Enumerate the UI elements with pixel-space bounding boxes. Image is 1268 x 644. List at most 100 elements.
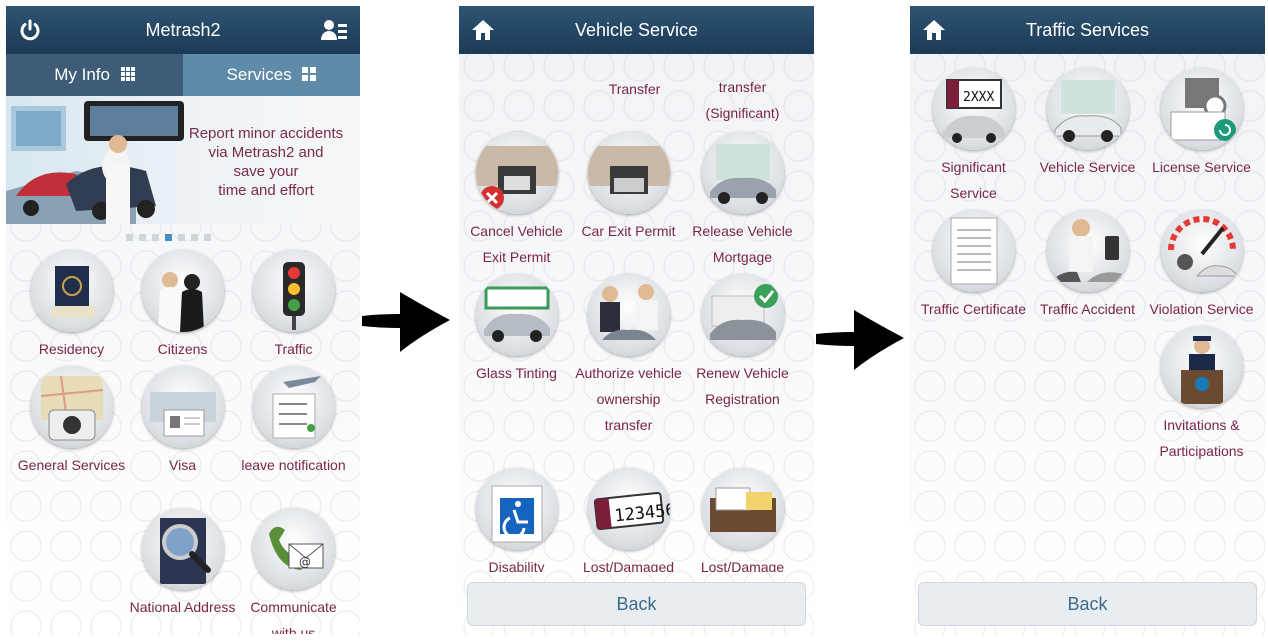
item-label: Violation Service: [1149, 301, 1254, 317]
carousel-dot[interactable]: [139, 234, 146, 241]
service-national-address[interactable]: National Address: [125, 508, 240, 620]
carousel-dot[interactable]: [191, 234, 198, 241]
car-checkmark-icon: [701, 274, 784, 356]
back-button[interactable]: Back: [918, 582, 1257, 626]
service-renew-registration[interactable]: Renew Vehicle Registration: [685, 274, 800, 412]
service-authorize-ownership-transfer[interactable]: Authorize vehicle ownership transfer: [571, 274, 686, 438]
service-cancel-exit-permit[interactable]: Cancel Vehicle Exit Permit: [459, 132, 574, 270]
service-traffic-accident[interactable]: Traffic Accident: [1030, 210, 1145, 322]
service-violation[interactable]: Violation Service: [1144, 210, 1259, 322]
item-label: Lost/Damage: [700, 559, 785, 572]
item-label: Cancel Vehicle Exit Permit: [470, 223, 563, 265]
svg-text:@: @: [299, 555, 311, 569]
exit-gate-cancel-icon: [475, 132, 558, 214]
service-significant[interactable]: 2XXX Significant Service: [916, 68, 1031, 206]
officer-podium-icon: [1160, 326, 1243, 408]
service-residency[interactable]: Residency: [14, 250, 129, 362]
metrash2-home-screen: Metrash2 My Info Services Report minor a…: [6, 6, 360, 634]
banner-line: save your: [233, 163, 299, 180]
service-significant-transfer-partial[interactable]: transfer (Significant): [685, 54, 800, 126]
service-transfer-partial[interactable]: Transfer: [577, 54, 692, 124]
tab-services[interactable]: Services: [183, 54, 360, 96]
carousel-dot[interactable]: [178, 234, 185, 241]
tinted-car-icon: [475, 274, 558, 356]
calendar-license-icon: [1160, 68, 1243, 150]
banner-text: Report minor accidents via Metrash2 and …: [176, 124, 356, 200]
screen-title: Traffic Services: [1025, 20, 1150, 40]
wallet-cards-icon: [701, 468, 784, 550]
airplane-checklist-icon: [252, 366, 335, 448]
item-label: leave notification: [241, 457, 346, 473]
carousel-dot[interactable]: [152, 234, 159, 241]
visa-documents-icon: [141, 366, 224, 448]
magnifier-building-icon: [141, 508, 224, 590]
handshake-car-icon: [587, 274, 670, 356]
item-label: Transfer: [608, 81, 661, 97]
back-button[interactable]: Back: [467, 582, 806, 626]
carousel-dots[interactable]: [126, 234, 211, 241]
item-label: Traffic: [274, 341, 313, 357]
service-general-services[interactable]: General Services: [14, 366, 129, 478]
service-traffic-certificate[interactable]: Traffic Certificate: [916, 210, 1031, 322]
grid-small-icon: [120, 67, 135, 81]
passport-icon: [30, 250, 113, 332]
title-bar: Traffic Services: [910, 6, 1265, 54]
exit-gate-icon: [587, 132, 670, 214]
service-invitations[interactable]: Invitations & Participations: [1144, 326, 1259, 464]
item-label: Visa: [169, 457, 196, 473]
service-lost-damaged-plate[interactable]: 123456 Lost/Damaged: [571, 468, 686, 572]
title-bar: Metrash2: [6, 6, 360, 54]
app-title: Metrash2: [145, 20, 221, 40]
banner-line: Report minor accidents: [188, 125, 344, 142]
flow-arrow: [816, 310, 904, 370]
item-label: Significant Service: [941, 159, 1006, 201]
item-label: Traffic Certificate: [920, 301, 1027, 317]
item-label: Invitations & Participations: [1159, 417, 1244, 459]
carousel-dot[interactable]: [126, 234, 133, 241]
carousel-dot[interactable]: [204, 234, 211, 241]
tab-label: My Info: [54, 65, 110, 84]
service-vehicle-service[interactable]: Vehicle Service: [1030, 68, 1145, 180]
screen-title: Vehicle Service: [574, 20, 699, 40]
service-citizens[interactable]: Citizens: [125, 250, 240, 362]
certificate-document-icon: [932, 210, 1015, 292]
car-documents-icon: [701, 132, 784, 214]
service-car-exit-permit[interactable]: Car Exit Permit: [571, 132, 686, 244]
service-glass-tinting[interactable]: Glass Tinting: [459, 274, 574, 386]
citizens-icon: [141, 250, 224, 332]
flow-arrow: [362, 292, 450, 352]
license-plate-icon: 123456: [587, 468, 670, 550]
traffic-light-icon: [252, 250, 335, 332]
phone-email-icon: @: [252, 508, 335, 590]
accident-report-icon: [1046, 210, 1129, 292]
service-disability[interactable]: Disability: [459, 468, 574, 572]
service-communicate-with-us[interactable]: @ Communicate with us: [236, 508, 351, 634]
tab-my-info[interactable]: My Info: [6, 54, 183, 96]
item-label: License Service: [1152, 159, 1251, 175]
accident-illustration: [6, 101, 184, 224]
service-release-mortgage[interactable]: Release Vehicle Mortgage: [685, 132, 800, 270]
service-visa[interactable]: Visa: [125, 366, 240, 478]
title-bar: Vehicle Service: [459, 6, 814, 54]
banner-line: via Metrash2 and: [208, 144, 324, 161]
item-label: transfer (Significant): [705, 79, 780, 121]
carousel-dot-active[interactable]: [165, 234, 172, 241]
item-label: National Address: [129, 599, 236, 615]
service-traffic[interactable]: Traffic: [236, 250, 351, 362]
item-label: General Services: [17, 457, 126, 473]
service-leave-notification[interactable]: leave notification: [236, 366, 351, 478]
service-lost-damaged-cards[interactable]: Lost/Damage: [685, 468, 800, 572]
tab-label: Services: [226, 65, 292, 84]
promo-banner[interactable]: Report minor accidents via Metrash2 and …: [6, 96, 360, 224]
license-plate-car-icon: 2XXX: [932, 68, 1015, 150]
vehicle-service-screen: Vehicle Service Transfer transfer (Signi…: [459, 6, 814, 634]
service-license[interactable]: License Service: [1144, 68, 1259, 180]
banner-line: time and effort: [218, 182, 314, 199]
car-registration-icon: [1046, 68, 1129, 150]
user-list-icon[interactable]: [320, 18, 348, 42]
item-label: Residency: [38, 341, 105, 357]
item-label: Release Vehicle Mortgage: [692, 223, 793, 265]
item-label: Lost/Damaged: [582, 559, 675, 572]
item-label: Vehicle Service: [1039, 159, 1136, 175]
item-label: Communicate with us: [250, 599, 337, 634]
